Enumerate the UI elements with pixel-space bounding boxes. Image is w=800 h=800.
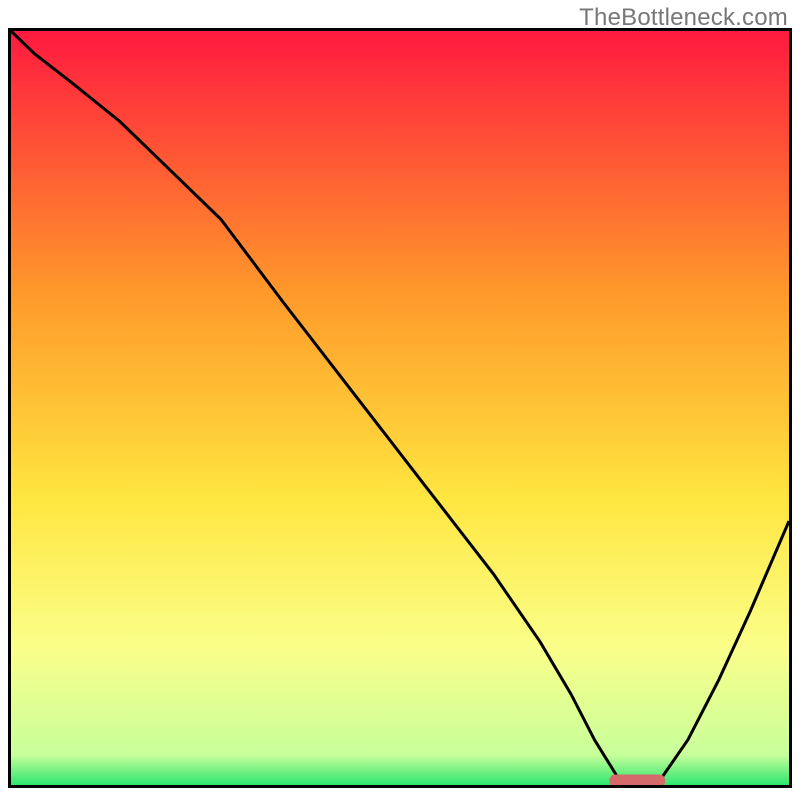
chart-container: TheBottleneck.com bbox=[0, 0, 800, 800]
optimal-zone-marker bbox=[610, 775, 665, 785]
gradient-background bbox=[11, 31, 789, 785]
chart-svg bbox=[11, 31, 789, 785]
plot-frame bbox=[8, 28, 792, 788]
